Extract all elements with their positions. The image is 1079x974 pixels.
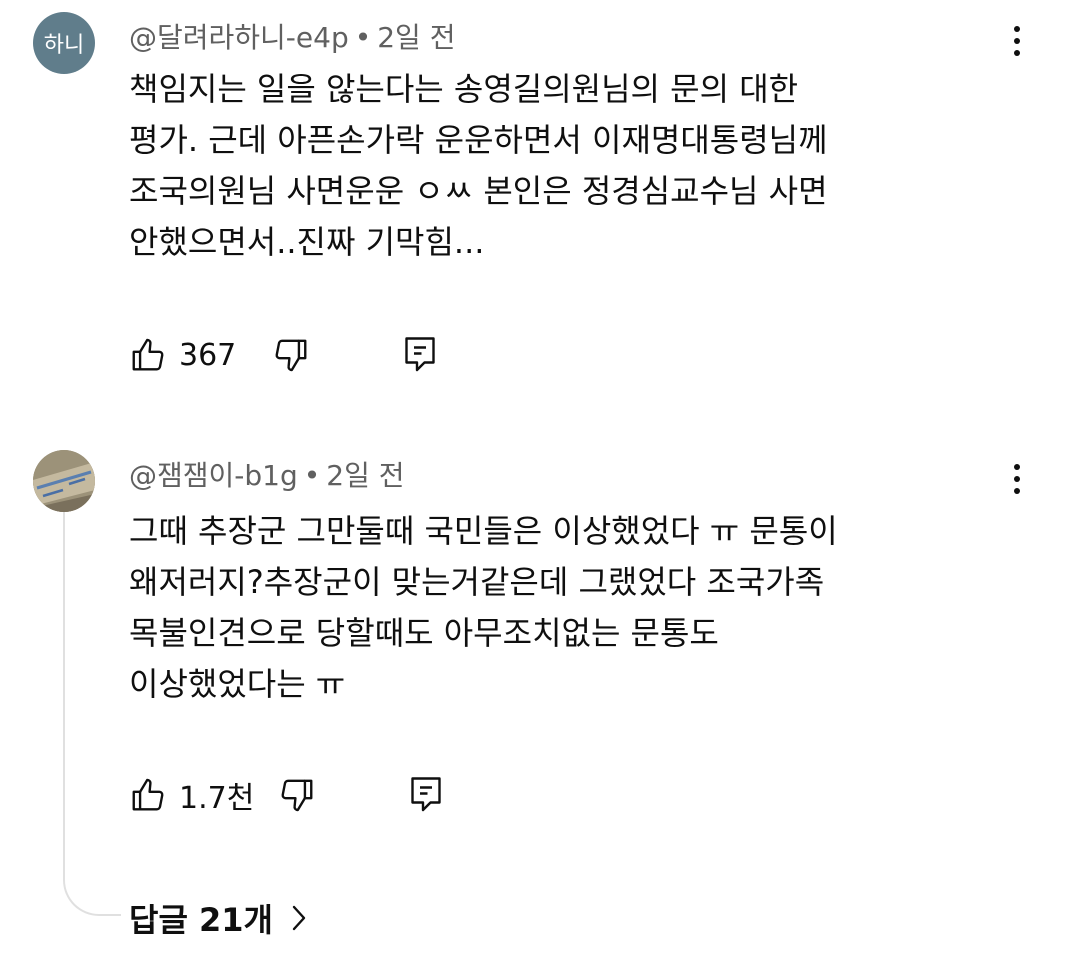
timestamp: 2일 전 (377, 21, 456, 54)
dislike-button[interactable] (272, 336, 310, 374)
like-button[interactable]: 1.7천 (129, 773, 254, 817)
like-count: 367 (179, 337, 237, 373)
like-icon (129, 336, 167, 374)
comment-text: 그때 추장군 그만둘때 국민들은 이상했었다 ㅠ 문통이 왜저러지?추장군이 맞… (129, 506, 1009, 710)
dislike-icon (278, 776, 316, 814)
comment-2: @잼잼이-b1g • 2일 전 그때 추장군 그만둘때 국민들은 이상했었다 ㅠ 문… (0, 440, 1079, 974)
reply-button[interactable] (408, 775, 444, 815)
comment-actions: 367 (129, 333, 438, 377)
reply-icon (408, 775, 444, 815)
replies-label: 답글 21개 (129, 901, 273, 939)
author-name[interactable]: @잼잼이-b1g (129, 459, 298, 492)
thread-line (63, 512, 121, 916)
like-count: 1.7천 (179, 781, 255, 816)
avatar[interactable] (33, 450, 95, 512)
reply-icon (402, 335, 438, 375)
comment-header: @잼잼이-b1g • 2일 전 (129, 454, 405, 494)
comment-text-line: 그때 추장군 그만둘때 국민들은 이상했었다 ㅠ 문통이 (129, 512, 838, 550)
reply-button[interactable] (402, 335, 438, 375)
author-name[interactable]: @달려라하니-e4p (129, 21, 349, 54)
separator-dot: • (354, 21, 372, 54)
comment-text-line: 목불인견으로 당할때도 아무조치없는 문통도 (129, 614, 719, 652)
comment-text-line: 왜저러지?추장군이 맞는거같은데 그랬었다 조국가족 (129, 563, 825, 601)
separator-dot: • (303, 459, 321, 492)
timestamp: 2일 전 (326, 459, 405, 492)
view-replies-button[interactable]: 답글 21개 (129, 895, 307, 941)
dislike-icon (272, 336, 310, 374)
comment-text: 책임지는 일을 않는다는 송영길의원님의 문의 대한 평가. 근데 아픈손가락 … (129, 64, 1009, 268)
comment-text-line: 책임지는 일을 않는다는 송영길의원님의 문의 대한 (129, 70, 799, 108)
more-vert-icon[interactable] (1003, 456, 1031, 502)
comment-1: 하니 @달려라하니-e4p • 2일 전 책임지는 일을 않는다는 송영길의원님의 … (0, 0, 1079, 420)
like-icon (129, 776, 167, 814)
more-vert-icon[interactable] (1003, 18, 1031, 64)
comment-text-line: 조국의원님 사면운운 ㅇㅆ 본인은 정경심교수님 사면 (129, 172, 828, 210)
avatar-photo (33, 450, 95, 512)
comment-header: @달려라하니-e4p • 2일 전 (129, 16, 455, 56)
comment-text-line: 평가. 근데 아픈손가락 운운하면서 이재명대통령님께 (129, 121, 828, 159)
comment-text-line: 안했으면서..진짜 기막힘... (129, 223, 485, 261)
comment-text-line: 이상했었다는 ㅠ (129, 665, 346, 703)
dislike-button[interactable] (278, 776, 316, 814)
chevron-right-icon (291, 904, 307, 932)
comment-actions: 1.7천 (129, 773, 444, 817)
avatar[interactable]: 하니 (33, 12, 95, 74)
like-button[interactable]: 367 (129, 336, 236, 374)
